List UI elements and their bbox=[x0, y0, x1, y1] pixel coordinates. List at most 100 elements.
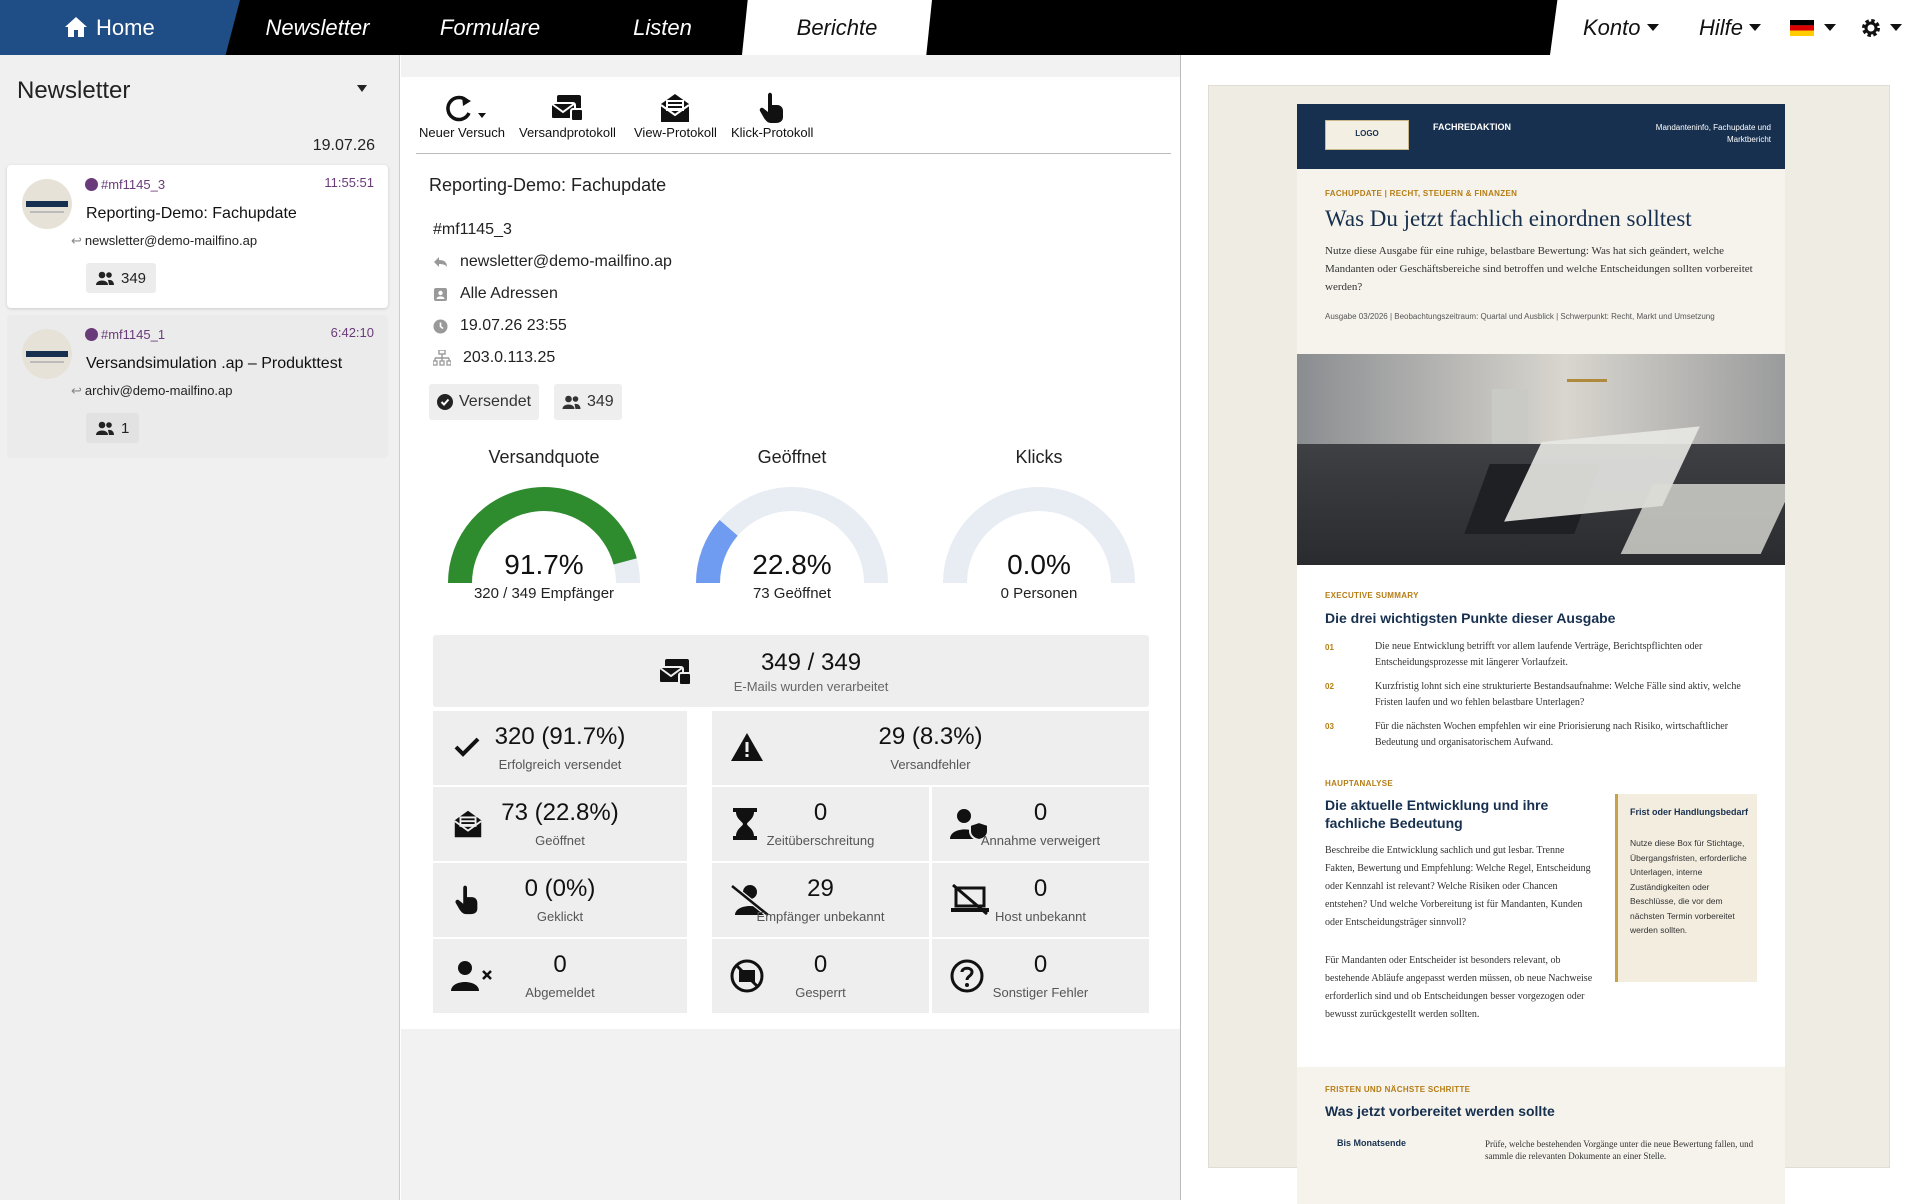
stat-opened: 73 (22.8%) Geöffnet bbox=[433, 787, 687, 861]
stat-value: 0 bbox=[1033, 875, 1048, 902]
preview-kicker: FRISTEN UND NÄCHSTE SCHRITTE bbox=[1325, 1085, 1471, 1094]
preview-brand: FACHREDAKTION bbox=[1433, 122, 1511, 132]
preview-meta: Ausgabe 03/2026 | Beobachtungszeitraum: … bbox=[1325, 312, 1715, 321]
gauge-label: Geöffnet bbox=[757, 447, 827, 467]
tab-listen[interactable]: Listen bbox=[590, 0, 735, 55]
settings-menu[interactable] bbox=[1860, 0, 1902, 55]
preview-point-number: 02 bbox=[1325, 682, 1334, 691]
preview-frame[interactable]: LOGO FACHREDAKTION Mandanteninfo, Fachup… bbox=[1208, 85, 1890, 1204]
report-ip: 203.0.113.25 bbox=[433, 349, 555, 367]
report-title: Reporting-Demo: Fachupdate bbox=[429, 175, 667, 195]
nav-home-label: Home bbox=[96, 14, 155, 40]
preview-next-steps: FRISTEN UND NÄCHSTE SCHRITTE Was jetzt v… bbox=[1297, 1067, 1785, 1204]
tab-label: Newsletter bbox=[265, 14, 370, 40]
tab-berichte[interactable]: Berichte bbox=[742, 0, 932, 55]
preview-row-text: Prüfe, welche bestehenden Vorgänge unter… bbox=[1485, 1139, 1754, 1161]
sidebar-date: 19.07.26 bbox=[312, 137, 375, 154]
view-protokoll-button[interactable]: View-Protokoll bbox=[634, 91, 717, 140]
list-item[interactable]: #mf1145_1 6:42:10 Versandsimulation .ap … bbox=[7, 315, 388, 458]
nav-home[interactable]: Home bbox=[0, 0, 240, 55]
preview-body: Für Mandanten oder Entscheider ist beson… bbox=[1325, 955, 1593, 1020]
stat-value: 0 (0%) bbox=[524, 875, 596, 902]
stat-value: 29 bbox=[807, 875, 834, 902]
klick-protokoll-button[interactable]: Klick-Protokoll bbox=[731, 91, 813, 140]
chevron-down-icon bbox=[1890, 24, 1902, 31]
gauge-value: 91.7% bbox=[504, 549, 584, 580]
gauge-klicks: Klicks 0.0% 0 Personen bbox=[919, 447, 1159, 607]
tab-newsletter[interactable]: Newsletter bbox=[240, 0, 395, 55]
status-badge: Versendet bbox=[429, 384, 540, 420]
preview-logo: LOGO bbox=[1325, 120, 1409, 150]
hilfe-label: Hilfe bbox=[1699, 14, 1744, 40]
tab-formulare[interactable]: Formulare bbox=[410, 0, 570, 55]
stat-success: 320 (91.7%) Erfolgreich versendet bbox=[433, 711, 687, 785]
status-text: Versendet bbox=[459, 393, 532, 410]
recipient-count: 349 bbox=[86, 263, 157, 293]
item-sender-text: newsletter@demo-mailfino.ap bbox=[84, 233, 258, 248]
stat-label: Gesperrt bbox=[795, 985, 846, 1000]
sidebar-dropdown-icon[interactable] bbox=[357, 85, 367, 92]
stat-blocked: 0 Gesperrt bbox=[712, 939, 929, 1013]
stat-clicked: 0 (0%) Geklickt bbox=[433, 863, 687, 937]
neuer-versuch-button[interactable]: Neuer Versuch bbox=[419, 91, 505, 140]
reply-icon: ↩ bbox=[71, 383, 82, 398]
stat-value: 0 bbox=[553, 951, 567, 978]
versandprotokoll-button[interactable]: Versandprotokoll bbox=[519, 91, 616, 140]
check-circle-icon bbox=[85, 178, 98, 191]
stat-timeout: 0 Zeitüberschreitung bbox=[712, 787, 929, 861]
preview-point-number: 03 bbox=[1325, 722, 1334, 731]
check-circle-icon bbox=[85, 328, 98, 341]
neuer-versuch-label: Neuer Versuch bbox=[419, 125, 505, 140]
preview-mandant: Mandanteninfo, Fachupdate und Marktberic… bbox=[1655, 123, 1771, 144]
german-flag-icon bbox=[1790, 19, 1814, 36]
language-menu[interactable] bbox=[1790, 0, 1836, 55]
item-id-text: #mf1145_3 bbox=[101, 177, 166, 192]
gauge-sub: 320 / 349 Empfänger bbox=[473, 585, 615, 602]
toolbar-divider bbox=[416, 153, 1171, 154]
klick-protokoll-label: Klick-Protokoll bbox=[731, 125, 814, 140]
stat-value: 0 bbox=[1033, 799, 1048, 826]
users-icon bbox=[562, 395, 581, 409]
report-id-text: #mf1145_3 bbox=[433, 221, 512, 238]
stat-value: 0 bbox=[1033, 951, 1048, 978]
preview-body: Beschreibe die Entwicklung sachlich und … bbox=[1325, 845, 1591, 928]
gauge-value: 22.8% bbox=[752, 549, 832, 580]
reply-icon: ↩ bbox=[71, 233, 82, 248]
versandprotokoll-label: Versandprotokoll bbox=[519, 125, 616, 140]
recipient-count-text: 1 bbox=[121, 419, 130, 437]
preview-subheading: Die drei wichtigsten Punkte dieser Ausga… bbox=[1325, 610, 1616, 626]
preview-subheading: Was jetzt vorbereitet werden sollte bbox=[1325, 1103, 1555, 1119]
item-name: Versandsimulation .ap – Produkttest bbox=[86, 355, 343, 372]
stat-value: 0 bbox=[813, 951, 828, 978]
konto-menu[interactable]: Konto bbox=[1583, 0, 1659, 55]
report-sender: newsletter@demo-mailfino.ap bbox=[433, 253, 672, 271]
report-sender-text: newsletter@demo-mailfino.ap bbox=[460, 253, 672, 270]
preview-kicker: FACHUPDATE | RECHT, STEUERN & FINANZEN bbox=[1325, 189, 1518, 198]
recipient-count: 1 bbox=[86, 413, 140, 443]
preview-intro-section: FACHUPDATE | RECHT, STEUERN & FINANZEN W… bbox=[1297, 169, 1785, 354]
chevron-down-icon bbox=[1646, 24, 1659, 31]
list-item[interactable]: #mf1145_3 11:55:51 Reporting-Demo: Fachu… bbox=[7, 165, 388, 308]
stat-other: 0 Sonstiger Fehler bbox=[932, 939, 1149, 1013]
stat-label: E-Mails wurden verarbeitet bbox=[733, 679, 889, 694]
stat-label: Geöffnet bbox=[535, 833, 585, 848]
stat-unsubscribed: 0 Abgemeldet bbox=[433, 939, 687, 1013]
stat-unknown-recipient: 29 Empfänger unbekannt bbox=[712, 863, 929, 937]
stat-unknown-host: 0 Host unbekannt bbox=[932, 863, 1149, 937]
gauge-sub: 73 Geöffnet bbox=[752, 585, 832, 602]
clock-icon bbox=[433, 319, 448, 333]
users-icon bbox=[96, 421, 114, 435]
sidebar: Newsletter 19.07.26 #mf1145_3 11:55:51 R… bbox=[0, 55, 400, 1200]
gauge-label: Klicks bbox=[1015, 447, 1063, 467]
preview-row-label: Bis Monatsende bbox=[1337, 1138, 1407, 1148]
hilfe-menu[interactable]: Hilfe bbox=[1699, 0, 1762, 55]
check-circle-icon bbox=[437, 394, 453, 410]
item-sender: ↩ archiv@demo-mailfino.ap bbox=[71, 383, 233, 399]
report-datetime: 19.07.26 23:55 bbox=[433, 317, 567, 335]
newsletter-thumbnail bbox=[22, 329, 72, 379]
stat-rejected: 0 Annahme verweigert bbox=[932, 787, 1149, 861]
home-icon bbox=[65, 17, 87, 37]
address-book-icon bbox=[434, 287, 447, 301]
item-id-text: #mf1145_1 bbox=[101, 327, 166, 342]
stat-label: Versandfehler bbox=[890, 757, 971, 772]
